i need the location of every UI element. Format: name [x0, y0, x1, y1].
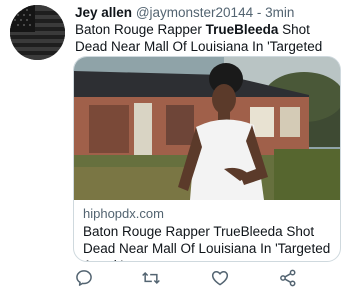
card-image — [74, 57, 340, 200]
retweet-icon — [142, 271, 160, 285]
share-button[interactable] — [278, 268, 300, 290]
like-icon — [211, 271, 229, 286]
reply-button[interactable] — [74, 268, 96, 290]
author-name[interactable]: Jey allen — [75, 5, 132, 20]
card-title: Baton Rouge Rapper TrueBleeda Shot Dead … — [83, 224, 331, 261]
avatar[interactable] — [10, 5, 65, 60]
share-icon — [280, 269, 296, 287]
author-handle[interactable]: @jaymonster20144 — [136, 5, 253, 20]
time-separator: - — [253, 5, 266, 20]
tweet-text-bold: TrueBleeda — [205, 22, 279, 37]
link-card[interactable]: hiphopdx.com Baton Rouge Rapper TrueBlee… — [73, 56, 341, 262]
tweet-time[interactable]: 3min — [265, 5, 294, 20]
tweet-text-part1: Baton Rouge Rapper — [75, 22, 206, 37]
american-flag-avatar-image — [10, 5, 65, 60]
tweet-actions — [0, 268, 350, 292]
retweet-button[interactable] — [141, 268, 163, 290]
tweet-header: Jey allen @jaymonster20144 - 3min — [75, 4, 344, 21]
card-info: hiphopdx.com Baton Rouge Rapper TrueBlee… — [83, 206, 335, 261]
card-domain: hiphopdx.com — [83, 206, 164, 221]
reply-icon — [76, 270, 92, 286]
like-button[interactable] — [210, 268, 232, 290]
